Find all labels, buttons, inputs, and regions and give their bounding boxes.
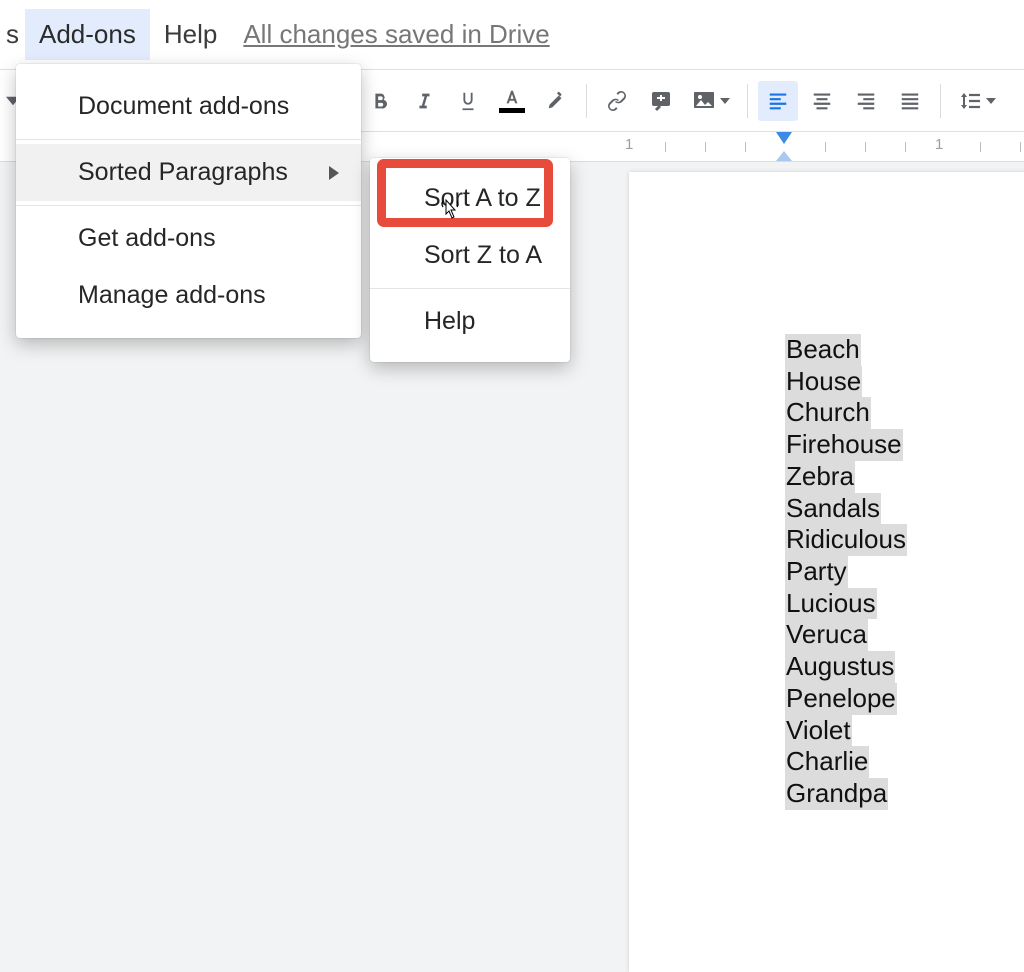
align-right-button[interactable] [846,81,886,121]
document-paragraph[interactable]: Church [785,397,871,429]
document-paragraph[interactable]: Penelope [785,683,897,715]
insert-image-button[interactable] [685,81,737,121]
underline-icon [457,89,479,113]
menu-fragment: s [0,9,25,60]
highlight-icon [545,90,567,112]
bold-icon [369,90,391,112]
indent-marker-top[interactable] [776,132,792,144]
menu-help[interactable]: Help [150,9,231,60]
bold-button[interactable] [360,81,400,121]
align-center-icon [811,90,833,112]
italic-icon [413,90,435,112]
line-spacing-button[interactable] [951,81,1003,121]
document-paragraph[interactable]: Party [785,556,848,588]
align-justify-button[interactable] [890,81,930,121]
menu-addons[interactable]: Add-ons [25,9,150,60]
toolbar-separator [940,84,941,118]
menu-separator [16,139,361,140]
menu-sorted-paragraphs-label: Sorted Paragraphs [78,158,288,186]
menu-document-addons[interactable]: Document add-ons [16,78,361,135]
document-paragraph[interactable]: Charlie [785,746,869,778]
menu-manage-addons[interactable]: Manage add-ons [16,267,361,324]
underline-button[interactable] [448,81,488,121]
document-paragraph[interactable]: Augustus [785,651,895,683]
align-left-icon [767,90,789,112]
italic-button[interactable] [404,81,444,121]
document-paragraph[interactable]: Veruca [785,619,868,651]
document-paragraph[interactable]: Sandals [785,493,881,525]
submenu-arrow-icon [329,166,339,180]
menu-separator [16,205,361,206]
addons-dropdown: Document add-ons Sorted Paragraphs Get a… [16,64,361,338]
menu-separator [370,288,570,289]
sorted-paragraphs-submenu: Sort A to Z Sort Z to A Help [370,158,570,362]
ruler-label: 1 [625,136,633,153]
comment-icon [649,89,673,113]
toolbar-separator [586,84,587,118]
document-paragraph[interactable]: Grandpa [785,778,888,810]
menu-sort-za[interactable]: Sort Z to A [370,227,570,284]
image-icon [692,90,716,112]
insert-link-button[interactable] [597,81,637,121]
caret-down-icon [720,97,730,105]
ruler-label: 1 [935,136,943,153]
document-paragraph[interactable]: House [785,366,862,398]
menu-submenu-help[interactable]: Help [370,293,570,350]
document-paragraph[interactable]: Lucious [785,588,877,620]
document-paragraph[interactable]: Violet [785,715,852,747]
indent-marker-bottom[interactable] [776,151,792,161]
document-paragraph[interactable]: Beach [785,334,861,366]
document-paragraph[interactable]: Firehouse [785,429,903,461]
menu-sorted-paragraphs[interactable]: Sorted Paragraphs [16,144,361,201]
toolbar-separator [747,84,748,118]
menu-sort-az[interactable]: Sort A to Z [370,170,570,227]
text-color-icon [501,89,523,107]
document-paragraph[interactable]: Zebra [785,461,855,493]
align-justify-icon [899,90,921,112]
menu-get-addons[interactable]: Get add-ons [16,210,361,267]
align-left-button[interactable] [758,81,798,121]
text-color-button[interactable] [492,81,532,121]
highlight-button[interactable] [536,81,576,121]
link-icon [605,89,629,113]
document-page[interactable]: BeachHouseChurchFirehouseZebraSandalsRid… [629,172,1024,972]
caret-down-icon [986,97,996,105]
document-paragraph[interactable]: Ridiculous [785,524,907,556]
align-center-button[interactable] [802,81,842,121]
align-right-icon [855,90,877,112]
line-spacing-icon [959,90,983,112]
menubar: s Add-ons Help All changes saved in Driv… [0,0,1024,70]
insert-comment-button[interactable] [641,81,681,121]
save-status: All changes saved in Drive [243,19,549,50]
